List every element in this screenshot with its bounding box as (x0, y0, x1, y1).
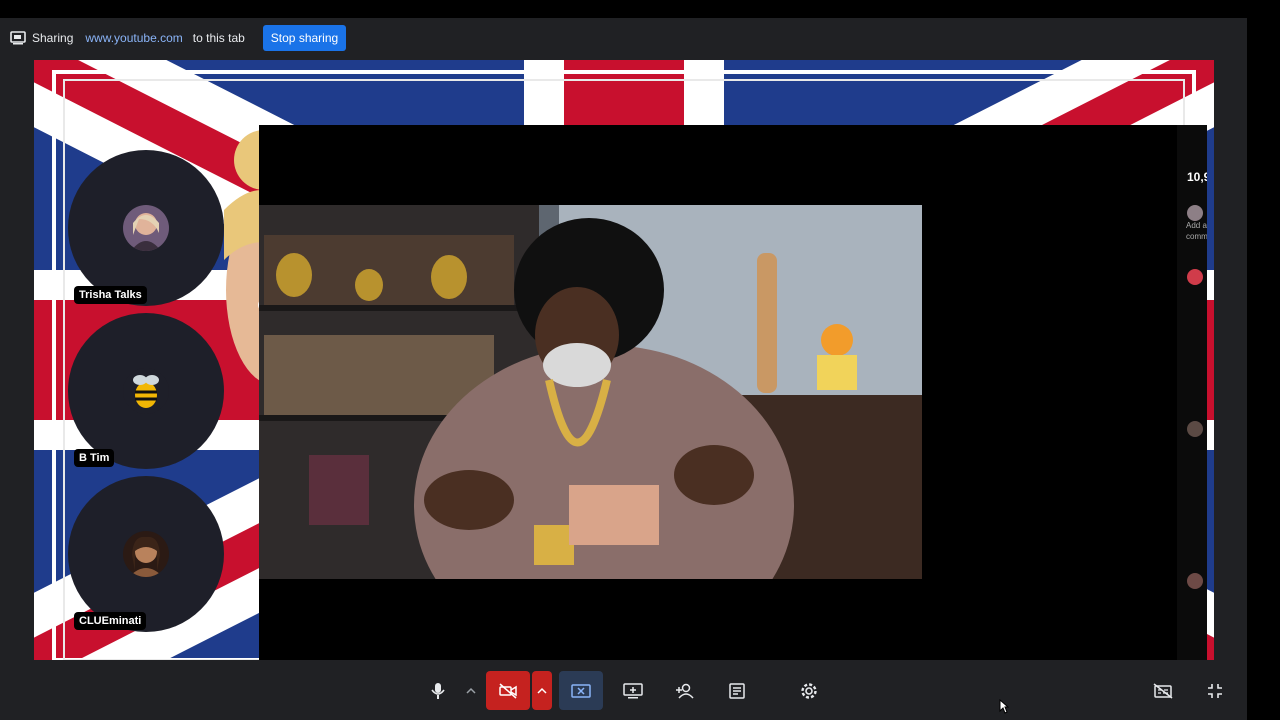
stop-presenting-button[interactable] (559, 671, 603, 710)
participant-name: Trisha Talks (74, 286, 147, 304)
video-player[interactable] (259, 125, 1177, 660)
settings-button[interactable] (794, 671, 824, 710)
mouse-cursor-icon (999, 698, 1010, 719)
screen-share-icon (623, 682, 643, 698)
video-frame-image (259, 205, 922, 579)
avatar (123, 368, 169, 414)
mic-options-button[interactable] (458, 671, 484, 710)
sharing-bar: Sharing www.youtube.com to this tab Stop… (0, 18, 1247, 58)
exit-fullscreen-button[interactable] (1200, 671, 1230, 710)
camera-off-icon (499, 682, 517, 699)
right-margin (1247, 18, 1280, 720)
captions-off-icon (1153, 682, 1173, 699)
avatar (123, 531, 169, 577)
notes-button[interactable] (722, 671, 752, 710)
viewer-count: 10,9 (1187, 170, 1207, 184)
mic-icon (431, 682, 445, 699)
chevron-up-icon (466, 687, 476, 694)
avatar (1187, 269, 1203, 285)
notes-icon (729, 682, 745, 699)
add-people-button[interactable] (670, 671, 700, 710)
meeting-controls-bar (0, 661, 1247, 720)
microphone-button[interactable] (424, 671, 452, 710)
settings-icon (801, 682, 817, 699)
exit-fullscreen-icon (1208, 683, 1222, 698)
present-button[interactable] (618, 671, 648, 710)
participant-name: B Tim (74, 449, 115, 467)
participant-name: CLUEminati (74, 612, 147, 630)
avatar (1187, 573, 1203, 589)
video-frame[interactable] (259, 205, 922, 579)
sharing-suffix: to this tab (192, 31, 245, 45)
top-band (0, 0, 1280, 18)
live-chat-panel: 10,9 Add a comm (1177, 125, 1207, 660)
captions-button[interactable] (1148, 671, 1178, 710)
stop-sharing-button[interactable]: Stop sharing (262, 25, 347, 51)
stop-share-icon (571, 683, 591, 698)
avatar (123, 205, 169, 251)
add-person-icon (676, 683, 694, 699)
shared-url: www.youtube.com (85, 31, 183, 45)
sharing-label: Sharing (32, 31, 74, 45)
chevron-up-icon (537, 687, 547, 694)
camera-options-button[interactable] (532, 671, 552, 710)
screen-share-icon (10, 30, 26, 46)
participant-tile[interactable]: Trisha Talks (68, 150, 224, 306)
participant-tile[interactable]: CLUEminati (68, 476, 224, 632)
camera-toggle-button[interactable] (486, 671, 530, 710)
participant-tile[interactable]: B Tim (68, 313, 224, 469)
add-comment-text[interactable]: Add a comm (1186, 220, 1207, 242)
avatar (1187, 205, 1203, 221)
avatar (1187, 421, 1203, 437)
